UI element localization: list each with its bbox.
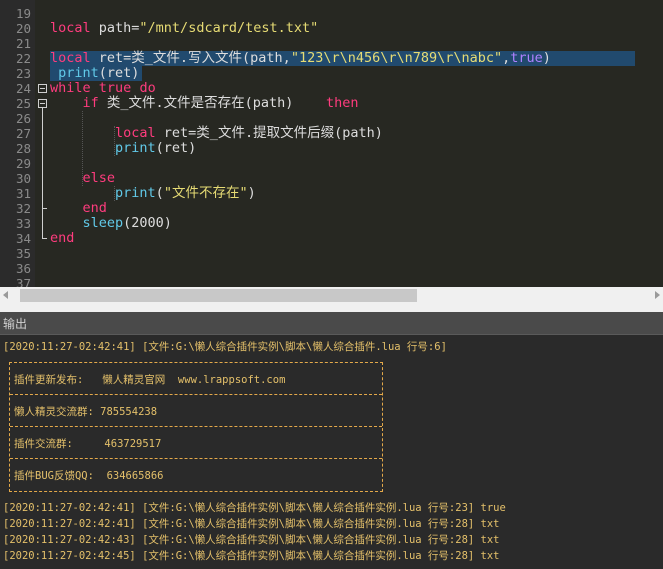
- line-number: 37: [15, 276, 31, 287]
- line-number: 25: [15, 96, 31, 111]
- line-number: 21: [15, 36, 31, 51]
- code-token: print: [50, 65, 99, 81]
- scroll-left-arrow-icon[interactable]: [3, 291, 8, 299]
- log-line: [2020:11:27-02:42:41] [文件:G:\懒人综合插件实例\脚本…: [3, 341, 447, 353]
- code-token: "/mnt/sdcard/test.txt": [139, 20, 319, 36]
- line-number: 33: [15, 216, 31, 231]
- panel-splitter[interactable]: [0, 304, 663, 312]
- code-line[interactable]: print(ret): [50, 66, 139, 81]
- line-number: 20: [15, 21, 31, 36]
- code-token: end: [50, 230, 75, 246]
- code-line[interactable]: end: [50, 201, 107, 216]
- line-number: 35: [15, 246, 31, 261]
- log-line: [2020:11:27-02:42:41] [文件:G:\懒人综合插件实例\脚本…: [3, 518, 500, 530]
- code-token: (: [155, 185, 164, 201]
- code-token: true: [98, 80, 132, 96]
- code-line[interactable]: if 类_文件.文件是否存在(path) then: [50, 95, 359, 111]
- code-line[interactable]: end: [50, 231, 74, 246]
- line-number: 28: [15, 141, 31, 156]
- output-panel-title: 输出: [3, 317, 28, 331]
- code-token: ): [542, 50, 551, 66]
- code-token: sleep: [50, 215, 124, 231]
- code-token: then: [325, 95, 359, 111]
- line-number: 29: [15, 156, 31, 171]
- code-line[interactable]: local ret=类_文件.提取文件后缀(path): [50, 126, 383, 141]
- plugin-group-info: 插件交流群: 463729517: [14, 438, 162, 450]
- line-number: 26: [15, 111, 31, 126]
- code-token: local: [50, 125, 156, 141]
- code-token: ret=类_文件.提取文件后缀(path): [155, 125, 383, 141]
- code-line[interactable]: local ret=类_文件.写入文件(path,"123\r\n456\r\n…: [50, 51, 551, 66]
- fold-collapse-icon[interactable]: [38, 84, 47, 93]
- output-log[interactable]: [2020:11:27-02:42:41] [文件:G:\懒人综合插件实例\脚本…: [0, 334, 663, 569]
- line-number: 27: [15, 126, 31, 141]
- line-number: 34: [15, 231, 31, 246]
- line-number-gutter: 19 20 21 22 23 24 25 26 27 28 29 30 31 32 33 34 35 36 37: [0, 0, 35, 287]
- line-number: 30: [15, 171, 31, 186]
- code-line[interactable]: local path="/mnt/sdcard/test.txt": [50, 21, 318, 36]
- code-line[interactable]: else: [50, 170, 116, 186]
- plugin-release-info: 插件更新发布: 懒人精灵官网 www.lrappsoft.com: [14, 374, 286, 386]
- code-token: "文件不存在": [163, 185, 248, 201]
- fold-end-marker: [42, 238, 47, 239]
- code-token: ): [247, 185, 256, 201]
- code-area[interactable]: local path="/mnt/sdcard/test.txt" local r…: [48, 0, 663, 287]
- code-token: do: [139, 80, 156, 96]
- line-number: 23: [15, 66, 31, 81]
- code-token: (ret): [98, 65, 140, 81]
- log-line: [2020:11:27-02:42:41] [文件:G:\懒人综合插件实例\脚本…: [3, 502, 506, 514]
- line-number: 24: [15, 81, 31, 96]
- divider: [10, 458, 382, 459]
- code-token: if: [50, 95, 99, 111]
- output-panel-header: 输出: [0, 312, 663, 334]
- code-token: (2000): [123, 215, 172, 231]
- fold-end-marker: [42, 208, 47, 209]
- group-info: 懒人精灵交流群: 785554238: [14, 406, 158, 418]
- log-line: [2020:11:27-02:42:45] [文件:G:\懒人综合插件实例\脚本…: [3, 550, 500, 562]
- fold-range-line: [42, 108, 43, 239]
- scrollbar-thumb[interactable]: [20, 289, 417, 302]
- line-number: 32: [15, 201, 31, 216]
- code-token: while: [50, 80, 91, 96]
- code-line[interactable]: sleep(2000): [50, 216, 172, 231]
- code-token: 类_文件.文件是否存在(path): [98, 95, 326, 111]
- code-token: end: [50, 200, 107, 216]
- code-token: "123\r\n456\r\n789\r\nabc": [290, 50, 503, 66]
- code-line[interactable]: print("文件不存在"): [50, 186, 256, 201]
- code-token: path=: [90, 20, 140, 36]
- plugin-info-box: 插件更新发布: 懒人精灵官网 www.lrappsoft.com 懒人精灵交流群…: [9, 362, 383, 492]
- code-token: (ret): [155, 140, 197, 156]
- fold-collapse-icon[interactable]: [38, 99, 47, 108]
- code-token: print: [50, 185, 156, 201]
- line-number: 19: [15, 6, 31, 21]
- scroll-right-arrow-icon[interactable]: [655, 291, 660, 299]
- divider: [10, 394, 382, 395]
- code-token: print: [50, 140, 156, 156]
- code-token: true: [510, 50, 543, 66]
- code-token: else: [50, 170, 116, 186]
- horizontal-scrollbar[interactable]: [0, 287, 663, 304]
- code-line[interactable]: while true do: [50, 81, 156, 96]
- divider: [10, 426, 382, 427]
- code-token: local: [50, 50, 91, 66]
- log-line: [2020:11:27-02:42:43] [文件:G:\懒人综合插件实例\脚本…: [3, 534, 500, 546]
- code-token: local: [50, 20, 91, 36]
- code-token: ret=类_文件.写入文件(path,: [90, 50, 291, 66]
- line-number: 36: [15, 261, 31, 276]
- code-editor[interactable]: 19 20 21 22 23 24 25 26 27 28 29 30 31 32 33 34 35 36 37 l…: [0, 0, 663, 287]
- bug-feedback-info: 插件BUG反馈QQ: 634665866: [14, 470, 164, 482]
- line-number: 31: [15, 186, 31, 201]
- code-line[interactable]: print(ret): [50, 141, 196, 156]
- line-number: 22: [15, 51, 31, 66]
